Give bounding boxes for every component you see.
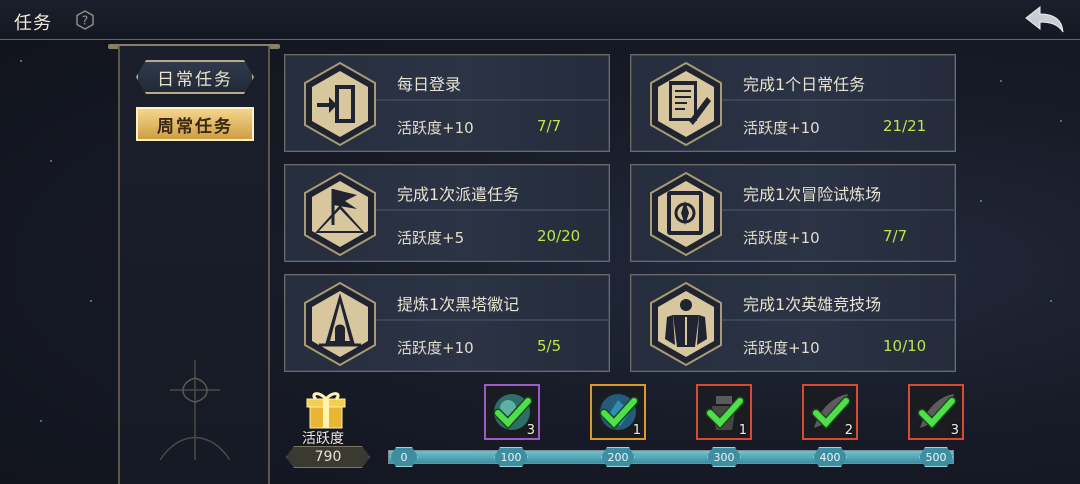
task-name: 完成1次冒险试炼场 — [743, 185, 882, 204]
task-name: 提炼1次黑塔徽记 — [397, 295, 520, 314]
task-progress: 7/7 — [537, 117, 562, 135]
reward-count: 1 — [632, 423, 641, 438]
milestone-reward[interactable]: 1 — [696, 384, 752, 440]
ornament-decoration — [160, 360, 230, 460]
task-card[interactable]: 完成1次派遣任务 活跃度+5 20/20 — [284, 164, 610, 262]
svg-text:?: ? — [82, 14, 88, 28]
activity-value-text: 790 — [314, 449, 342, 465]
task-progress: 20/20 — [537, 227, 581, 245]
tab-weekly-label: 周常任务 — [157, 116, 233, 137]
trial-book-icon — [650, 171, 722, 257]
reward-count: 3 — [526, 423, 535, 438]
milestone-tick: 300 — [707, 447, 741, 467]
task-card[interactable]: 完成1个日常任务 活跃度+10 21/21 — [630, 54, 956, 152]
milestone-reward[interactable]: 3 — [484, 384, 540, 440]
milestone-tick: 0 — [390, 447, 418, 467]
reward-count: 3 — [950, 423, 959, 438]
milestone-tick: 400 — [813, 447, 847, 467]
task-progress: 10/10 — [883, 337, 927, 355]
door-enter-icon — [304, 61, 376, 147]
back-arrow-icon[interactable] — [1022, 4, 1066, 36]
task-card[interactable]: 提炼1次黑塔徽记 活跃度+10 5/5 — [284, 274, 610, 372]
task-name: 每日登录 — [397, 75, 462, 94]
task-reward: 活跃度+10 — [743, 119, 820, 137]
milestone-tick: 200 — [601, 447, 635, 467]
activity-label: 活跃度 — [302, 431, 344, 447]
milestone-tick: 500 — [919, 447, 953, 467]
task-reward: 活跃度+10 — [743, 229, 820, 247]
reward-count: 2 — [844, 423, 853, 438]
milestone-reward[interactable]: 3 — [908, 384, 964, 440]
task-progress: 7/7 — [883, 227, 908, 245]
task-progress: 5/5 — [537, 337, 562, 355]
quest-scroll-icon — [650, 61, 722, 147]
task-name: 完成1次派遣任务 — [397, 185, 520, 204]
tab-daily-tasks[interactable]: 日常任务 — [136, 60, 254, 94]
top-bar: 任务 ? — [0, 0, 1080, 40]
task-reward: 活跃度+10 — [397, 339, 474, 357]
task-card[interactable]: 完成1次冒险试炼场 活跃度+10 7/7 — [630, 164, 956, 262]
task-card[interactable]: 每日登录 活跃度+10 7/7 — [284, 54, 610, 152]
tent-flag-icon — [304, 171, 376, 257]
milestone-reward[interactable]: 1 — [590, 384, 646, 440]
tab-weekly-tasks[interactable]: 周常任务 — [136, 107, 254, 141]
question-icon[interactable]: ? — [75, 10, 95, 30]
task-reward: 活跃度+10 — [397, 119, 474, 137]
task-reward: 活跃度+5 — [397, 229, 465, 247]
milestone-reward[interactable]: 2 — [802, 384, 858, 440]
page-title: 任务 — [14, 13, 52, 34]
activity-progress-bar — [388, 450, 954, 464]
tab-daily-label: 日常任务 — [157, 69, 233, 90]
task-progress: 21/21 — [883, 117, 927, 135]
activity-progress-fill — [389, 451, 953, 463]
task-card[interactable]: 完成1次英雄竞技场 活跃度+10 10/10 — [630, 274, 956, 372]
activity-value: 790 — [286, 446, 370, 468]
arena-warrior-icon — [650, 281, 722, 367]
task-name: 完成1次英雄竞技场 — [743, 295, 882, 314]
reward-count: 1 — [738, 423, 747, 438]
task-reward: 活跃度+10 — [743, 339, 820, 357]
gift-box-icon — [306, 392, 346, 429]
task-name: 完成1个日常任务 — [743, 75, 866, 94]
black-tower-icon — [304, 281, 376, 367]
milestone-tick: 100 — [494, 447, 528, 467]
